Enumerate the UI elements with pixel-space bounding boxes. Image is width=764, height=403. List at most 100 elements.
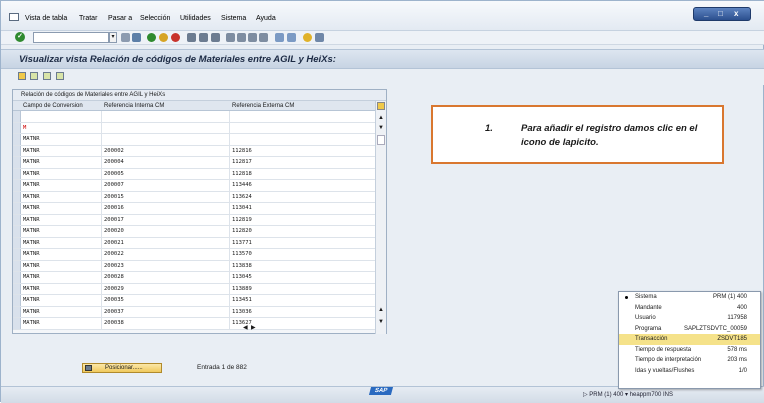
- table-cell[interactable]: 200023: [104, 261, 124, 272]
- table-cell[interactable]: 200022: [104, 249, 124, 260]
- table-cell[interactable]: MATNR: [23, 192, 40, 203]
- table-row[interactable]: M: [13, 122, 376, 134]
- table-cell[interactable]: 200020: [104, 226, 124, 237]
- table-cell[interactable]: 200017: [104, 215, 124, 226]
- table-cell[interactable]: 200007: [104, 180, 124, 191]
- table-cell[interactable]: 112816: [232, 146, 252, 157]
- pencil-edit-icon[interactable]: [18, 72, 26, 80]
- help-icon[interactable]: [303, 33, 312, 42]
- table-cell[interactable]: M: [23, 123, 26, 134]
- row-selector[interactable]: [13, 249, 21, 260]
- back-arrow-icon[interactable]: [121, 33, 130, 42]
- table-cell[interactable]: MATNR: [23, 226, 40, 237]
- table-row[interactable]: MATNR 200022 113570: [13, 249, 376, 261]
- scroll-up-icon[interactable]: ▲: [378, 115, 384, 121]
- table-cell[interactable]: MATNR: [23, 169, 40, 180]
- row-selector[interactable]: [13, 168, 21, 179]
- table-row[interactable]: MATNR 200016 113041: [13, 203, 376, 215]
- last-page-icon[interactable]: [259, 33, 268, 42]
- table-cell[interactable]: 200016: [104, 203, 124, 214]
- table-cell[interactable]: MATNR: [23, 272, 40, 283]
- table-row[interactable]: MATNR 200017 112819: [13, 214, 376, 226]
- table-cell[interactable]: 200021: [104, 238, 124, 249]
- table-cell[interactable]: 112818: [232, 169, 252, 180]
- table-cell[interactable]: 112817: [232, 157, 252, 168]
- table-cell[interactable]: 113889: [232, 284, 252, 295]
- new-entries-icon[interactable]: [30, 72, 38, 80]
- table-cell[interactable]: 113570: [232, 249, 252, 260]
- status-system-info[interactable]: ▷ PRM (1) 400 ▾ heappm700 INS: [583, 391, 673, 398]
- new-session-icon[interactable]: [275, 33, 284, 42]
- menu-utilidades[interactable]: Utilidades: [180, 15, 211, 22]
- scroll-right-icon[interactable]: ▶: [251, 324, 256, 331]
- print-icon[interactable]: [187, 33, 196, 42]
- menu-sistema[interactable]: Sistema: [221, 15, 246, 22]
- table-cell[interactable]: 113446: [232, 180, 252, 191]
- row-selector[interactable]: [13, 237, 21, 248]
- find-icon[interactable]: [199, 33, 208, 42]
- popup-item[interactable]: Idas y vueltas/Flushes 1/0: [619, 366, 760, 377]
- next-page-icon[interactable]: [248, 33, 257, 42]
- row-selector[interactable]: [13, 122, 21, 133]
- row-selector[interactable]: [13, 111, 21, 122]
- table-cell[interactable]: MATNR: [23, 134, 40, 145]
- row-selector[interactable]: [13, 157, 21, 168]
- horizontal-scrollbar[interactable]: ◀ ▶: [229, 324, 376, 333]
- table-cell[interactable]: MATNR: [23, 307, 40, 318]
- table-cell[interactable]: MATNR: [23, 157, 40, 168]
- table-cell[interactable]: MATNR: [23, 180, 40, 191]
- position-button[interactable]: Posicionar......: [82, 363, 162, 373]
- table-cell[interactable]: 113041: [232, 203, 252, 214]
- table-cell[interactable]: MATNR: [23, 295, 40, 306]
- row-selector[interactable]: [13, 180, 21, 191]
- column-header[interactable]: Referencia Interna CM: [104, 101, 164, 111]
- minimize-icon[interactable]: _: [704, 9, 708, 18]
- back-icon[interactable]: [147, 33, 156, 42]
- table-row[interactable]: MATNR 200020 112820: [13, 226, 376, 238]
- row-selector[interactable]: [13, 214, 21, 225]
- table-cell[interactable]: 200005: [104, 169, 124, 180]
- column-header[interactable]: Campo de Conversion: [23, 101, 83, 111]
- table-cell[interactable]: MATNR: [23, 215, 40, 226]
- app-menu-icon[interactable]: [9, 13, 19, 21]
- restore-icon[interactable]: □: [718, 9, 723, 18]
- table-cell[interactable]: MATNR: [23, 318, 40, 329]
- row-selector[interactable]: [13, 318, 21, 329]
- shortcut-icon[interactable]: [287, 33, 296, 42]
- cancel-icon[interactable]: [171, 33, 180, 42]
- row-selector[interactable]: [13, 191, 21, 202]
- find-next-icon[interactable]: [211, 33, 220, 42]
- previous-page-icon[interactable]: [237, 33, 246, 42]
- command-field[interactable]: [33, 32, 109, 43]
- first-page-icon[interactable]: [226, 33, 235, 42]
- table-row[interactable]: MATNR 200015 113624: [13, 191, 376, 203]
- scroll-up-icon[interactable]: ▲: [378, 307, 384, 313]
- popup-item[interactable]: Transacción ZSDVT185: [619, 334, 760, 345]
- table-cell[interactable]: 113771: [232, 238, 252, 249]
- popup-item[interactable]: Programa SAPLZTSDVTC_00059: [619, 324, 760, 335]
- row-selector[interactable]: [13, 295, 21, 306]
- table-cell[interactable]: 113036: [232, 307, 252, 318]
- table-cell[interactable]: 113838: [232, 261, 252, 272]
- table-cell[interactable]: 200002: [104, 146, 124, 157]
- menu-ayuda[interactable]: Ayuda: [256, 15, 276, 22]
- table-row[interactable]: MATNR 200005 112818: [13, 168, 376, 180]
- table-cell[interactable]: 200038: [104, 318, 124, 329]
- save-icon[interactable]: [132, 33, 141, 42]
- table-cell[interactable]: 200004: [104, 157, 124, 168]
- vertical-scrollbar[interactable]: ▲ ▼ ▲ ▼: [375, 101, 386, 334]
- row-selector[interactable]: [13, 306, 21, 317]
- delete-icon[interactable]: [56, 72, 64, 80]
- popup-item[interactable]: Tiempo de respuesta 578 ms: [619, 345, 760, 356]
- table-cell[interactable]: MATNR: [23, 146, 40, 157]
- table-cell[interactable]: MATNR: [23, 203, 40, 214]
- popup-item[interactable]: Tiempo de interpretación 203 ms: [619, 355, 760, 366]
- close-icon[interactable]: x: [734, 9, 738, 18]
- table-cell[interactable]: 113451: [232, 295, 252, 306]
- table-cell[interactable]: 200037: [104, 307, 124, 318]
- scroll-thumb[interactable]: [377, 135, 385, 145]
- column-config-icon[interactable]: [377, 102, 385, 110]
- row-selector[interactable]: [13, 260, 21, 271]
- table-row[interactable]: MATNR 200007 113446: [13, 180, 376, 192]
- table-cell[interactable]: 112820: [232, 226, 252, 237]
